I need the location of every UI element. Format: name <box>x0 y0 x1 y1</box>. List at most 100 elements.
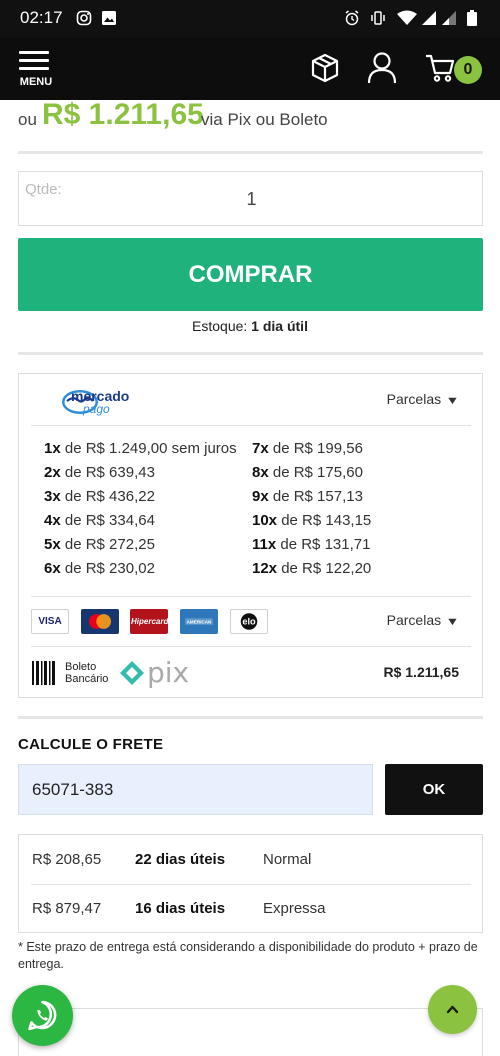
shipping-note: * Este prazo de entrega está considerand… <box>18 940 478 971</box>
installment-value: de R$ 272,25 <box>64 536 155 553</box>
whatsapp-icon <box>28 1000 57 1031</box>
american-express-icon: AMERICAN <box>180 609 218 634</box>
installment-count: 6x <box>44 560 61 577</box>
installment-value: de R$ 199,56 <box>272 440 363 457</box>
shipping-option-row[interactable]: R$ 879,47 16 dias úteis Expressa <box>19 884 482 933</box>
installment-item: 5x de R$ 272,25 <box>44 536 155 553</box>
installment-value: de R$ 1.249,00 sem juros <box>64 440 237 457</box>
next-section-card <box>18 1008 483 1056</box>
app-header: MENU <box>0 37 500 100</box>
installment-item: 4x de R$ 334,64 <box>44 512 155 529</box>
image-icon <box>102 11 116 25</box>
divider <box>18 151 483 154</box>
signal-weak-icon <box>442 11 456 25</box>
chevron-down-icon: ▼ <box>445 395 460 407</box>
installment-count: 1x <box>44 440 61 457</box>
box-icon[interactable] <box>309 52 341 84</box>
pix-price: R$ 1.211,65 <box>42 98 204 131</box>
installments-toggle-label: Parcelas <box>386 612 442 628</box>
installment-count: 3x <box>44 488 61 505</box>
pix-icon <box>120 661 144 685</box>
installment-item: 9x de R$ 157,13 <box>252 488 363 505</box>
shipping-days: 16 dias úteis <box>135 900 226 917</box>
hamburger-bar <box>19 59 49 62</box>
shipping-method: Expressa <box>263 900 326 917</box>
installment-count: 4x <box>44 512 61 529</box>
card-installments-toggle[interactable]: Parcelas ▼ <box>386 612 460 628</box>
installment-value: de R$ 230,02 <box>64 560 155 577</box>
installment-item: 10x de R$ 143,15 <box>252 512 371 529</box>
svg-text:elo: elo <box>242 617 256 627</box>
quantity-field[interactable]: Qtde: 1 <box>18 171 483 226</box>
visa-card-icon: VISA <box>31 609 69 634</box>
installment-value: de R$ 334,64 <box>64 512 155 529</box>
installment-item: 1x de R$ 1.249,00 sem juros <box>44 440 237 457</box>
installment-count: 2x <box>44 464 61 481</box>
alarm-icon <box>345 10 359 26</box>
installment-count: 10x <box>252 512 278 529</box>
installment-count: 12x <box>252 560 278 577</box>
installment-item: 2x de R$ 639,43 <box>44 464 155 481</box>
hamburger-bar <box>19 67 49 70</box>
stock-value: 1 dia útil <box>251 318 308 334</box>
buy-button[interactable]: COMPRAR <box>18 238 483 311</box>
shipping-days: 22 dias úteis <box>135 851 226 868</box>
shipping-method: Normal <box>263 851 312 868</box>
installment-value: de R$ 122,20 <box>281 560 372 577</box>
quantity-value[interactable]: 1 <box>19 189 484 210</box>
boleto-pix-row: Boleto Bancário pix R$ 1.211,65 <box>31 656 471 689</box>
payment-options-card: mercado pago Parcelas ▼ 1x de R$ 1.249,00… <box>18 373 483 698</box>
cep-input[interactable]: 65071-383 <box>18 764 373 815</box>
installment-count: 8x <box>252 464 269 481</box>
shipping-price: R$ 879,47 <box>32 900 102 917</box>
svg-text:AMERICAN: AMERICAN <box>187 619 212 624</box>
installment-item: 8x de R$ 175,60 <box>252 464 363 481</box>
installment-value: de R$ 639,43 <box>64 464 155 481</box>
divider <box>31 596 471 597</box>
installment-item: 3x de R$ 436,22 <box>44 488 155 505</box>
installment-item: 11x de R$ 131,71 <box>252 536 370 553</box>
shipping-title: CALCULE O FRETE <box>18 736 164 753</box>
price-prefix: ou <box>18 110 37 129</box>
elo-card-icon: elo <box>230 609 268 634</box>
barcode-icon <box>32 661 55 685</box>
scroll-to-top-button[interactable] <box>428 985 477 1034</box>
hamburger-icon <box>19 51 49 54</box>
wifi-icon <box>397 10 417 25</box>
shipping-option-row[interactable]: R$ 208,65 22 dias úteis Normal <box>19 835 482 884</box>
stock-label: Estoque: <box>192 318 248 334</box>
menu-button[interactable]: MENU <box>16 49 56 89</box>
divider <box>18 352 483 355</box>
installment-item: 6x de R$ 230,02 <box>44 560 155 577</box>
cart-icon[interactable] <box>425 53 455 83</box>
whatsapp-button[interactable] <box>12 985 73 1046</box>
signal-icon <box>422 11 436 25</box>
divider <box>18 716 483 719</box>
installment-count: 7x <box>252 440 269 457</box>
installment-count: 11x <box>252 536 277 553</box>
cart-count-badge[interactable]: 0 <box>454 56 482 84</box>
installment-value: de R$ 143,15 <box>281 512 372 529</box>
mastercard-icon <box>81 609 119 634</box>
divider <box>31 646 471 647</box>
status-time: 02:17 <box>20 8 63 27</box>
calculate-shipping-button[interactable]: OK <box>385 764 483 815</box>
price-suffix: via Pix ou Boleto <box>201 110 328 129</box>
stock-info: Estoque: 1 dia útil <box>0 318 500 334</box>
menu-label: MENU <box>19 76 53 88</box>
user-icon[interactable] <box>366 51 398 85</box>
pix-label: pix <box>147 656 190 689</box>
status-bar: 02:17 <box>0 0 500 37</box>
vibrate-icon <box>371 11 385 25</box>
shipping-price: R$ 208,65 <box>32 851 102 868</box>
installment-value: de R$ 157,13 <box>272 488 363 505</box>
battery-icon <box>467 10 477 26</box>
boleto-pix-total: R$ 1.211,65 <box>383 664 459 680</box>
shipping-options: R$ 208,65 22 dias úteis Normal R$ 879,47… <box>18 834 483 933</box>
installments-toggle[interactable]: Parcelas ▼ <box>387 391 460 407</box>
installment-item: 12x de R$ 122,20 <box>252 560 371 577</box>
installment-count: 5x <box>44 536 61 553</box>
boleto-label-line: Boleto <box>65 661 97 673</box>
pix-price-line: ou R$ 1.211,65 via Pix ou Boleto <box>18 98 488 134</box>
boleto-label: Boleto Bancário <box>65 661 108 685</box>
